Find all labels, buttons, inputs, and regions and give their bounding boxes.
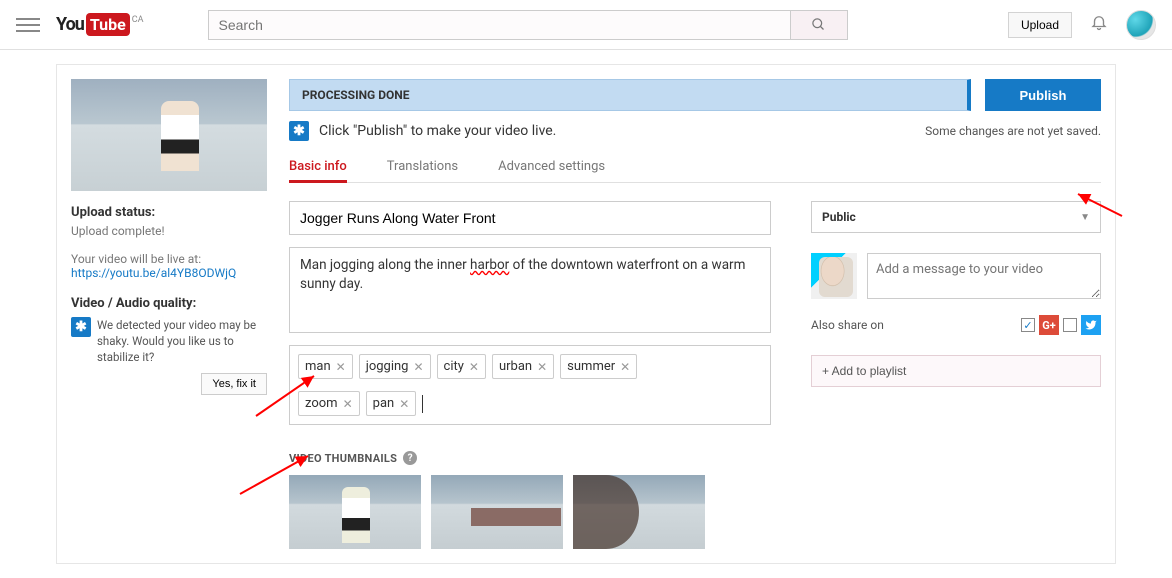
chevron-down-icon: ▼ <box>1080 212 1090 223</box>
left-column: Upload status: Upload complete! Your vid… <box>71 79 267 549</box>
google-plus-icon[interactable]: G+ <box>1039 315 1059 335</box>
publish-info-text: Click "Publish" to make your video live. <box>319 123 556 139</box>
thumbnail-1[interactable] <box>289 475 421 549</box>
quality-message: We detected your video may be shaky. Wou… <box>97 317 267 365</box>
tag-cursor <box>422 395 423 413</box>
live-at-text: Your video will be live at: <box>71 252 267 266</box>
region-code: CA <box>132 15 144 25</box>
search-icon <box>811 17 826 32</box>
fix-it-button[interactable]: Yes, fix it <box>201 373 267 395</box>
tags-input[interactable]: man✕ jogging✕ city✕ urban✕ summer✕ zoom✕… <box>289 345 771 425</box>
video-title-input[interactable] <box>289 201 771 235</box>
remove-tag-icon[interactable]: ✕ <box>343 397 353 411</box>
thumbnail-3[interactable] <box>573 475 705 549</box>
publish-button[interactable]: Publish <box>985 79 1101 111</box>
quality-title: Video / Audio quality: <box>71 296 267 311</box>
remove-tag-icon[interactable]: ✕ <box>469 360 479 374</box>
tag-man[interactable]: man✕ <box>298 354 353 379</box>
upload-card: Upload status: Upload complete! Your vid… <box>56 64 1116 564</box>
thumbnails-row <box>289 475 771 549</box>
right-column: PROCESSING DONE Publish ✱ Click "Publish… <box>289 79 1101 549</box>
upload-button[interactable]: Upload <box>1008 12 1072 38</box>
unsaved-changes-text: Some changes are not yet saved. <box>925 124 1101 138</box>
remove-tag-icon[interactable]: ✕ <box>537 360 547 374</box>
privacy-value: Public <box>822 210 856 224</box>
also-share-label: Also share on <box>811 318 884 332</box>
tag-city[interactable]: city✕ <box>437 354 486 379</box>
form-main: Man jogging along the inner harbor of th… <box>289 201 771 549</box>
search-button[interactable] <box>790 10 848 40</box>
remove-tag-icon[interactable]: ✕ <box>413 360 423 374</box>
remove-tag-icon[interactable]: ✕ <box>620 360 630 374</box>
thumbnails-header: VIDEO THUMBNAILS <box>289 452 397 465</box>
header: YouTube CA Upload <box>0 0 1172 50</box>
remove-tag-icon[interactable]: ✕ <box>336 360 346 374</box>
account-avatar[interactable] <box>1126 10 1156 40</box>
upload-status-title: Upload status: <box>71 205 267 220</box>
tag-summer[interactable]: summer✕ <box>560 354 637 379</box>
remove-tag-icon[interactable]: ✕ <box>399 397 409 411</box>
star-icon: ✱ <box>71 317 91 337</box>
gplus-checkbox[interactable]: ✓ <box>1021 318 1035 332</box>
menu-icon[interactable] <box>16 13 40 37</box>
tabs: Basic info Translations Advanced setting… <box>289 153 1101 183</box>
user-avatar <box>811 253 857 299</box>
tag-jogging[interactable]: jogging✕ <box>359 354 431 379</box>
twitter-checkbox[interactable] <box>1063 318 1077 332</box>
privacy-dropdown[interactable]: Public ▼ <box>811 201 1101 233</box>
processing-status: PROCESSING DONE <box>289 79 971 111</box>
thumbnail-2[interactable] <box>431 475 563 549</box>
video-url-link[interactable]: https://youtu.be/al4YB8ODWjQ <box>71 266 267 280</box>
logo-text: You <box>56 14 84 35</box>
search-input[interactable] <box>208 10 790 40</box>
upload-status-text: Upload complete! <box>71 224 267 238</box>
tag-urban[interactable]: urban✕ <box>492 354 554 379</box>
search-bar <box>208 10 848 40</box>
tag-zoom[interactable]: zoom✕ <box>298 391 360 416</box>
tab-advanced[interactable]: Advanced settings <box>498 153 605 182</box>
video-preview[interactable] <box>71 79 267 191</box>
twitter-icon[interactable] <box>1081 315 1101 335</box>
video-description-input[interactable]: Man jogging along the inner harbor of th… <box>289 247 771 333</box>
notifications-icon[interactable] <box>1090 13 1108 36</box>
form-side: Public ▼ Also share on ✓ G+ <box>811 201 1101 549</box>
logo-tube: Tube <box>86 13 130 36</box>
help-icon[interactable]: ? <box>403 451 417 465</box>
tab-translations[interactable]: Translations <box>387 153 458 182</box>
info-icon: ✱ <box>289 121 309 141</box>
tab-basic-info[interactable]: Basic info <box>289 153 347 183</box>
share-message-input[interactable] <box>867 253 1101 299</box>
logo[interactable]: YouTube CA <box>56 13 144 36</box>
tag-pan[interactable]: pan✕ <box>366 391 417 416</box>
add-to-playlist-button[interactable]: + Add to playlist <box>811 355 1101 387</box>
